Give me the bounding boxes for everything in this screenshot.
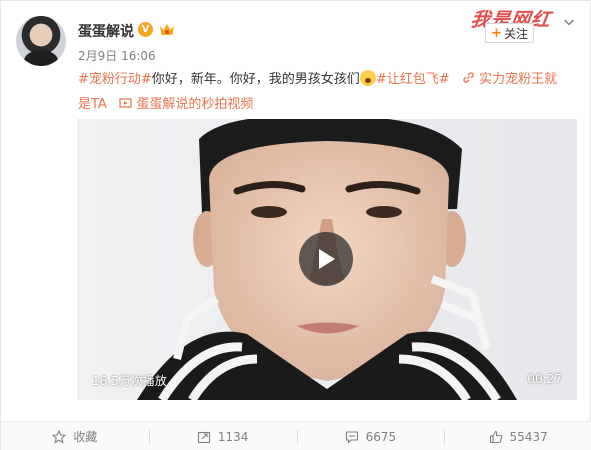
hashtag-link[interactable]: #宠粉行动# [78,72,152,87]
hashtag-link-2[interactable]: #让红包飞# [376,72,450,87]
chevron-down-icon[interactable] [563,16,575,28]
repost-icon [197,431,210,443]
plus-icon: + [491,25,502,41]
play-button[interactable] [299,232,353,286]
action-bar: 收藏 1134 6675 55437 [1,421,591,450]
favorite-button[interactable]: 收藏 [1,422,149,450]
comment-count: 6675 [365,429,397,444]
thumbs-up-icon [489,430,502,443]
view-count: 16.5万次播放 [92,374,167,388]
crown-icon [160,24,174,35]
username[interactable]: 蛋蛋解说 [78,21,134,41]
post-text: #宠粉行动#你好，新年。你好，我的男孩女孩们 #让红包飞# 实力宠粉王就是TA 蛋… [78,67,568,117]
repost-count: 1134 [217,429,249,444]
comment-button[interactable]: 6675 [296,422,445,450]
follow-button[interactable]: + 关注 [485,23,534,43]
surprised-emoji-icon [359,70,376,86]
link-icon [463,72,474,83]
comment-icon [345,430,358,444]
like-count: 55437 [509,429,548,444]
video-icon [119,98,132,108]
post-body: 你好，新年。你好，我的男孩女孩们 [151,72,360,87]
video-link-label: 蛋蛋解说的秒拍视频 [136,97,254,112]
star-icon [52,429,67,444]
favorite-label: 收藏 [73,430,98,444]
repost-button[interactable]: 1134 [148,422,297,450]
play-icon [319,249,335,269]
verified-icon: V [138,22,153,37]
follow-label: 关注 [503,26,528,41]
video-player[interactable]: 16.5万次播放 00:27 [77,119,577,400]
weibo-post-card: 蛋蛋解说 V 2月9日 16:06 我是网红 + 关注 #宠粉行动#你好，新年。… [0,0,591,450]
avatar[interactable] [16,16,66,66]
post-time[interactable]: 2月9日 16:06 [78,47,156,64]
video-duration: 00:27 [527,372,562,386]
like-button[interactable]: 55437 [444,422,591,450]
video-link[interactable]: 蛋蛋解说的秒拍视频 [119,97,253,112]
